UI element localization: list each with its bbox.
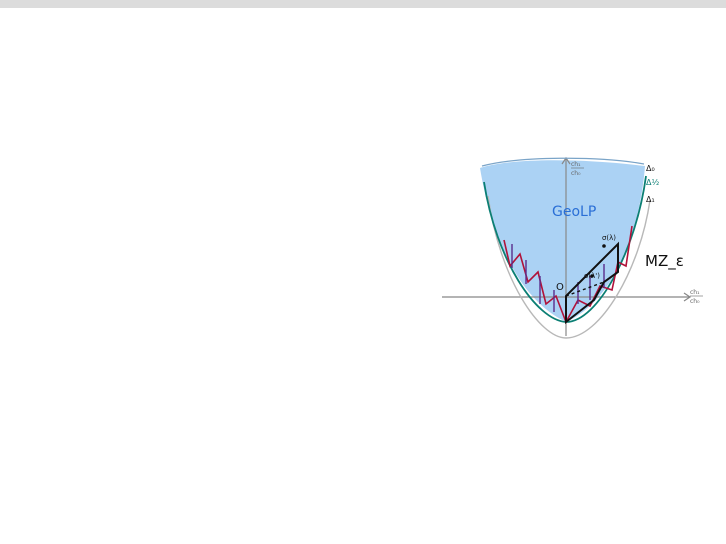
curve-label-delta-half: Δ½ bbox=[646, 178, 659, 187]
point-label-sigma-lambda-prime: σ(λ') bbox=[584, 272, 600, 280]
x-axis-label-num: ch₁ bbox=[690, 289, 700, 296]
region-label: GeoLP bbox=[552, 204, 596, 220]
curve-label-delta-0: Δ₀ bbox=[646, 164, 655, 173]
y-axis-label-den: ch₀ bbox=[571, 170, 581, 177]
curve-label-delta-1: Δ₁ bbox=[646, 195, 655, 204]
side-label: MZ_ε bbox=[645, 252, 684, 271]
x-axis-label-den: ch₀ bbox=[690, 298, 700, 305]
y-axis-label-num: ch₁ bbox=[571, 161, 581, 168]
origin-label: O bbox=[556, 282, 564, 293]
sigma-lambda-point bbox=[602, 244, 606, 248]
stability-diagram: GeoLP O ch₁ ch₀ ch₁ ch₀ Δ₀ Δ½ Δ₁ σ(λ) σ(… bbox=[442, 156, 703, 339]
point-label-sigma-lambda: σ(λ) bbox=[602, 234, 616, 242]
